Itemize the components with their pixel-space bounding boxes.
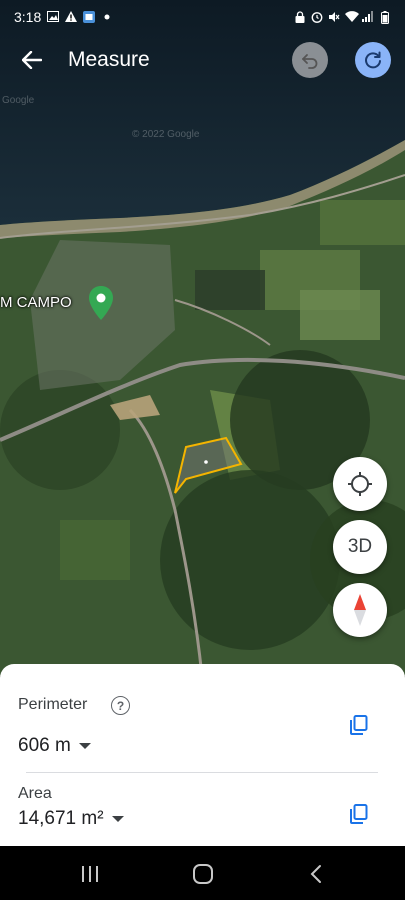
satellite-map[interactable]: Google © 2022 Google M CAMPO (0, 0, 405, 676)
home-icon (193, 864, 213, 884)
copy-icon (350, 804, 368, 824)
redo-icon (365, 51, 381, 69)
google-watermark: Google (2, 95, 35, 106)
clock: 3:18 (14, 9, 42, 25)
area-value: 14,671 m² (18, 808, 104, 829)
dot-icon (101, 11, 113, 23)
lock-icon (294, 11, 306, 23)
app-icon (83, 11, 96, 23)
compass-button[interactable] (333, 583, 387, 637)
copy-perimeter-button[interactable] (347, 713, 371, 737)
alarm-icon (311, 11, 323, 23)
chevron-down-icon (78, 743, 91, 749)
satellite-imagery (0, 0, 405, 676)
perimeter-value-dropdown[interactable]: 606 m (18, 735, 91, 757)
gallery-icon (47, 11, 60, 23)
copy-area-button[interactable] (347, 802, 371, 826)
perimeter-value: 606 m (18, 735, 71, 756)
home-button[interactable] (190, 861, 216, 887)
undo-button[interactable] (292, 42, 328, 78)
recents-button[interactable] (77, 861, 103, 887)
recents-icon (82, 866, 98, 882)
undo-icon (302, 54, 318, 69)
compass-icon (354, 594, 366, 626)
help-icon[interactable]: ? (111, 696, 130, 715)
poi-label[interactable]: M CAMPO (0, 294, 72, 311)
system-nav-bar (0, 846, 405, 900)
my-location-button[interactable] (333, 457, 387, 511)
copyright-watermark: © 2022 Google (132, 129, 200, 140)
back-icon (310, 865, 321, 883)
copy-icon (350, 715, 368, 735)
measurement-sheet: Perimeter ? 606 m Area 14,671 m² (0, 664, 405, 846)
back-button[interactable] (4, 34, 60, 86)
area-label: Area (18, 785, 52, 802)
mute-icon (328, 11, 340, 23)
arrow-back-icon (22, 51, 42, 69)
page-title: Measure (68, 48, 150, 71)
system-back-button[interactable] (303, 861, 329, 887)
chevron-down-icon (111, 816, 124, 822)
area-value-dropdown[interactable]: 14,671 m² (18, 808, 124, 830)
app-bar: Measure (0, 34, 405, 86)
wifi-icon (345, 11, 359, 23)
signal-icon (362, 11, 374, 23)
battery-icon (379, 11, 391, 24)
warning-icon (65, 11, 78, 23)
3d-label: 3D (347, 536, 373, 557)
perimeter-label: Perimeter (18, 696, 88, 713)
divider (26, 772, 378, 773)
status-bar: 3:18 (0, 0, 405, 34)
redo-button[interactable] (355, 42, 391, 78)
my-location-icon (348, 472, 372, 496)
3d-toggle-button[interactable]: 3D (333, 520, 387, 574)
